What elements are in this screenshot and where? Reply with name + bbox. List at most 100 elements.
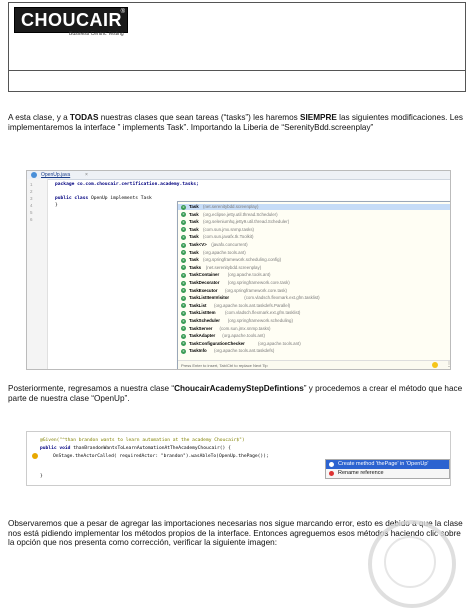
completion-item-name: TaskExecutor <box>189 287 218 293</box>
header-divider <box>9 70 465 71</box>
page-header: CHOUCAIR ® Business Centric Testing <box>8 2 466 92</box>
class-icon: c <box>181 265 186 271</box>
para1-text-1: A esta clase, y a <box>8 113 70 122</box>
class-icon: c <box>181 212 186 218</box>
class-declaration: OpenUp implements Task <box>88 196 152 201</box>
completion-item-package: (org.apache.tools.ant) <box>227 272 271 278</box>
completion-item-name: Task <box>189 234 199 240</box>
class-icon: c <box>181 257 186 263</box>
lightbulb-icon[interactable] <box>432 362 438 368</box>
method-keyword: public void <box>40 446 71 451</box>
completion-item[interactable]: c Tasks (net.serenitybdd.screenplay) <box>178 265 450 271</box>
completion-item[interactable]: c Task (org.springframework.scheduling.con… <box>178 257 450 263</box>
completion-item-name: TaskConfigurationChecker <box>189 340 245 346</box>
completion-item-name: TaskListItem <box>189 310 216 316</box>
lightbulb-icon[interactable] <box>32 453 38 459</box>
line-number: 3 <box>30 196 33 201</box>
line-number: 4 <box>30 203 33 208</box>
class-icon: c <box>181 272 186 278</box>
completion-item[interactable]: c TaskListItem (com.vladsch.flexmark.ext.g… <box>178 310 450 316</box>
stamp-inner-ring <box>384 536 436 588</box>
completion-item-package: (net.serenitybdd.screenplay) <box>203 204 259 209</box>
completion-item[interactable]: c Task (org.apache.tools.ant) <box>178 250 450 256</box>
completion-item-name: TaskDecorator <box>189 280 220 285</box>
class-icon: c <box>181 310 186 316</box>
class-icon: c <box>181 295 186 301</box>
completion-item-name: Task <box>189 219 199 225</box>
completion-item[interactable]: c TaskContainer (org.apache.tools.ant) <box>178 272 450 278</box>
line-number: 6 <box>30 217 33 222</box>
close-tab-icon[interactable]: × <box>85 172 88 178</box>
paragraph-intro: A esta clase, y a TODAS nuestras clases … <box>8 113 468 132</box>
java-file-icon <box>31 172 37 178</box>
completion-item[interactable]: c TaskExecutor (org.springframework.core.t… <box>178 288 450 294</box>
error-bulb-icon <box>329 471 334 476</box>
logo-registered-mark: ® <box>120 9 125 15</box>
paragraph-step-definitions: Posteriormente, regresamos a nuestra cla… <box>8 384 468 403</box>
completion-item[interactable]: c Task (org.seleniumhq.jetty9.util.thread.… <box>178 219 450 225</box>
ide-screenshot-quickfix: @Given("^than brandon wants to learn aut… <box>26 431 451 486</box>
completion-item-name: Task <box>189 249 199 255</box>
completion-item-name: TaskList <box>189 302 207 308</box>
line-number: 1 <box>30 182 33 187</box>
completion-item[interactable]: c Task (org.eclipse.jetty.util.thread.Sche… <box>178 212 450 218</box>
completion-item[interactable]: c TaskDecorator (org.springframework.core.… <box>178 280 450 286</box>
code-completion-popup: c Task (net.serenitybdd.screenplay) c Task (o… <box>177 201 450 369</box>
completion-item-package: (org.eclipse.jetty.util.thread.Scheduler… <box>203 211 278 217</box>
menu-item-rename-reference[interactable]: Rename reference <box>326 469 449 478</box>
completion-item-name: Task <box>189 211 199 217</box>
choucair-logo: CHOUCAIR ® <box>14 7 128 33</box>
completion-item-package: (com.vladsch.flexmark.ext.gfm.tasklist) <box>225 310 301 316</box>
completion-item-package: (org.apache.tools.ant.taskdefs) <box>214 348 275 354</box>
completion-item[interactable]: c Task (com.sun.javafx.tk.Toolkit) <box>178 234 450 240</box>
completion-item[interactable]: c TaskScheduler (org.springframework.sched… <box>178 318 450 324</box>
more-options-icon[interactable]: ⋮ <box>446 361 450 368</box>
quick-fix-menu: Create method 'thePage' in 'OpenUp' Rena… <box>325 459 450 479</box>
completion-item-package: (com.sun.javafx.tk.Toolkit) <box>203 234 254 240</box>
popup-footer: Press Enter to insert, Tab/Ctrl to repla… <box>178 360 450 369</box>
para1-text-2: nuestras clases que sean tareas (“tasks”… <box>98 113 301 122</box>
completion-item-name: TaskScheduler <box>189 318 220 323</box>
approval-stamp-watermark <box>368 520 456 608</box>
line-number-gutter: 1 2 3 4 5 6 <box>27 179 48 369</box>
logo-tagline: Business Centric Testing <box>69 31 124 37</box>
ide-screenshot-completion: OpenUp.java × 1 2 3 4 5 6 package co.com… <box>26 170 451 370</box>
code-method-signature: public void thanBrandonWantsToLearnAutom… <box>40 446 231 451</box>
class-icon: c <box>181 227 186 233</box>
popup-footer-hint: Press Enter to insert, Tab/Ctrl to repla… <box>181 362 268 368</box>
completion-item-name: TaskListItemVisitor <box>189 295 230 301</box>
class-icon: c <box>181 242 186 248</box>
completion-item[interactable]: c TaskListItemVisitor (com.vladsch.flexmar… <box>178 295 450 301</box>
completion-item[interactable]: c Task (com.sun.jmx.snmp.tasks) <box>178 227 450 233</box>
code-closing-brace: } <box>55 203 58 208</box>
completion-item[interactable]: c TaskInfo (org.apache.tools.ant.taskdefs) <box>178 348 450 354</box>
completion-item[interactable]: c Task<V> (javafx.concurrent) <box>178 242 450 248</box>
completion-item[interactable]: c TaskServer (com.sun.jmx.snmp.tasks) <box>178 326 450 332</box>
completion-item[interactable]: c TaskAdapter (org.apache.tools.ant) <box>178 333 450 339</box>
class-icon: c <box>181 250 186 256</box>
completion-item-package: (org.seleniumhq.jetty9.util.thread.Sched… <box>203 219 290 225</box>
error-bulb-icon <box>329 462 334 467</box>
completion-item[interactable]: c TaskList (org.apache.tools.ant.taskdefs.… <box>178 303 450 309</box>
completion-item-name: Task <box>189 257 199 263</box>
completion-item-package: (org.apache.tools.ant.taskdefs.Parallel) <box>214 302 291 308</box>
line-number: 2 <box>30 189 33 194</box>
editor-tab-bar: OpenUp.java × <box>27 171 450 180</box>
menu-item-rename-reference-label: Rename reference <box>338 470 384 476</box>
completion-item[interactable]: c Task (net.serenitybdd.screenplay) <box>178 204 450 211</box>
class-icon: c <box>181 341 186 347</box>
logo-text: CHOUCAIR <box>21 10 122 30</box>
completion-item-package: (org.springframework.core.task) <box>225 287 287 293</box>
completion-item[interactable]: c TaskConfigurationChecker (org.apache.too… <box>178 341 450 347</box>
code-body-line: OnStage.theActorCalled( requiredActor: "… <box>53 454 269 459</box>
class-icon: c <box>181 318 186 324</box>
class-icon: c <box>181 234 186 240</box>
method-name: thanBrandonWantsToLearnAutomationAtTheAc… <box>70 446 231 451</box>
code-class-line: public class OpenUp implements Task <box>55 196 152 201</box>
class-icon: c <box>181 280 186 286</box>
editor-tab-openup[interactable]: OpenUp.java <box>41 172 70 178</box>
completion-item-name: Task<V> <box>189 242 207 247</box>
menu-item-create-method[interactable]: Create method 'thePage' in 'OpenUp' <box>326 460 449 469</box>
para2-bold-classname: ChoucairAcademyStepDefintions <box>174 384 304 393</box>
line-number: 5 <box>30 210 33 215</box>
